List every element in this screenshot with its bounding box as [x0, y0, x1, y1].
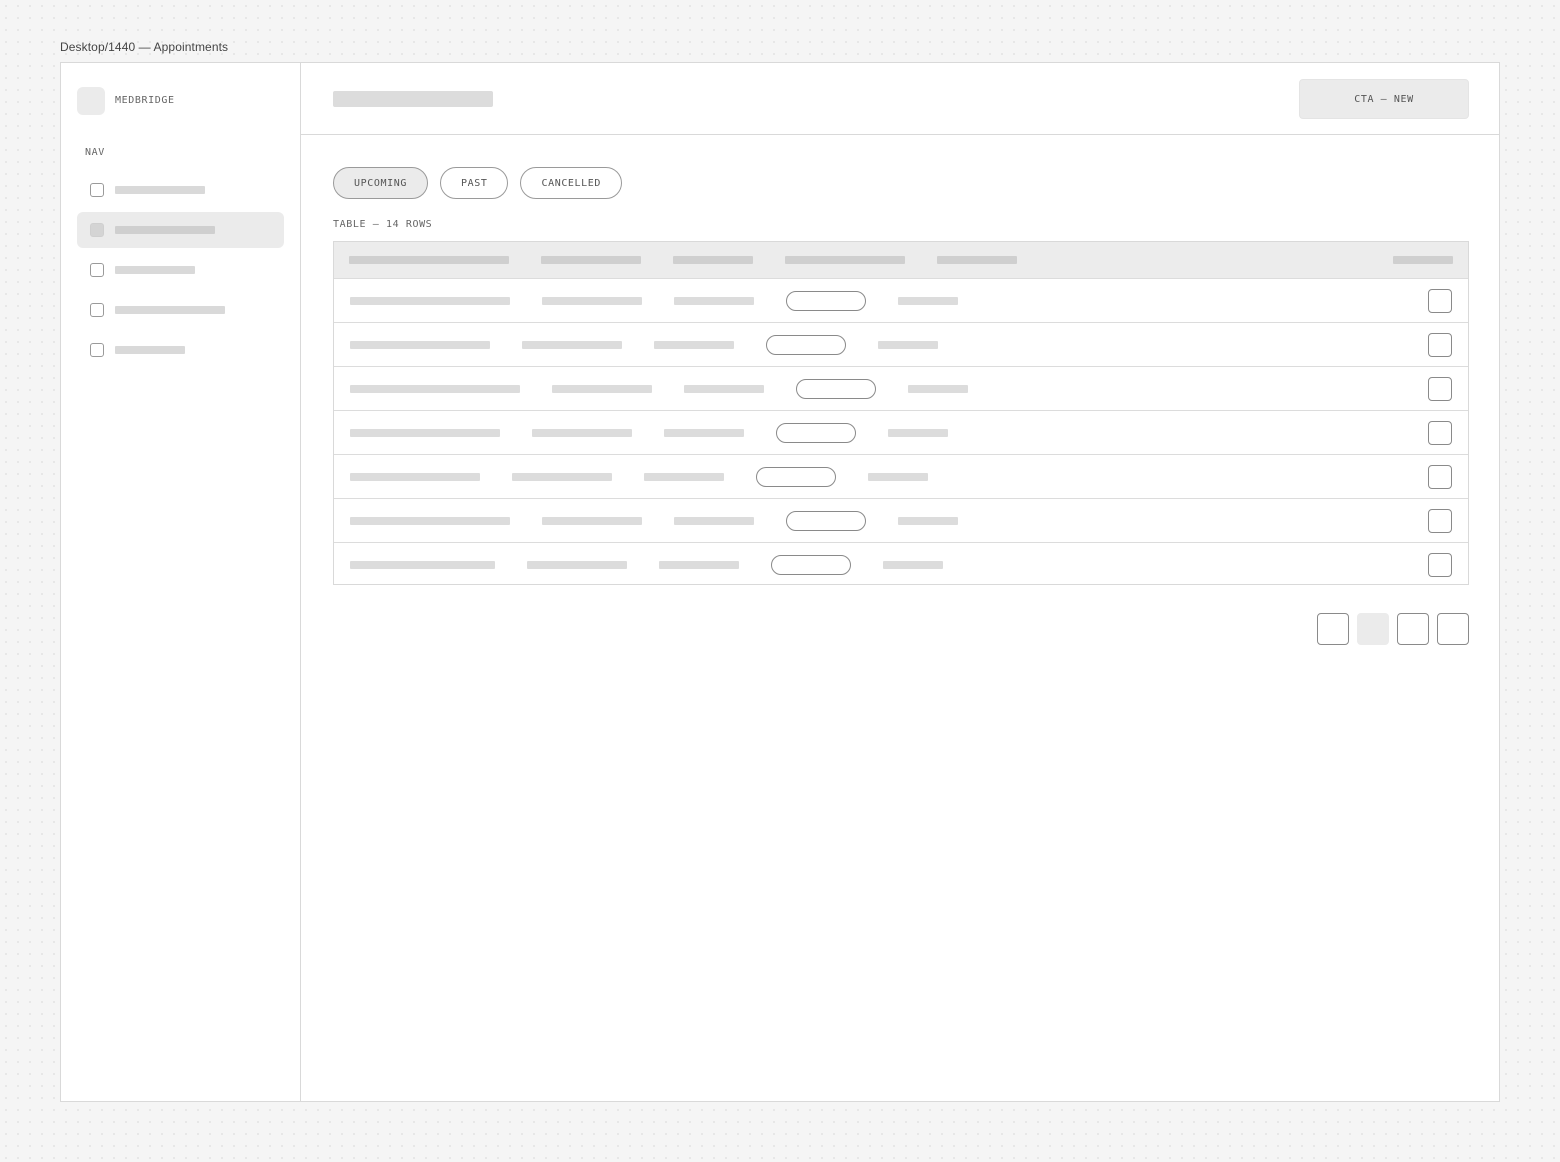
- cell-placeholder: [350, 385, 520, 393]
- square-placeholder-icon: [90, 183, 104, 197]
- tab-past[interactable]: PAST: [439, 167, 509, 199]
- cell-placeholder: [522, 341, 622, 349]
- cell-placeholder: [654, 341, 734, 349]
- row-action-checkbox[interactable]: [1428, 509, 1452, 533]
- sidebar-item-3[interactable]: [77, 252, 284, 288]
- tab-cancelled[interactable]: CANCELLED: [520, 167, 623, 199]
- page-prev-button[interactable]: [1317, 613, 1349, 645]
- pagination: [1317, 613, 1469, 645]
- column-header-placeholder: [349, 256, 509, 264]
- main-content: CTA — NEW UPCOMING PAST CANCELLED TABLE …: [301, 63, 1499, 1101]
- column-header-placeholder: [541, 256, 641, 264]
- sidebar-item-label-placeholder: [115, 226, 215, 234]
- row-action-checkbox[interactable]: [1428, 421, 1452, 445]
- square-placeholder-icon: [90, 263, 104, 277]
- sidebar-item-5[interactable]: [77, 332, 284, 368]
- sidebar-item-label-placeholder: [115, 346, 185, 354]
- cta-new-button[interactable]: CTA — NEW: [1299, 79, 1469, 119]
- table-caption: TABLE — 14 ROWS: [333, 219, 433, 230]
- column-header-placeholder: [1393, 256, 1453, 264]
- row-action-checkbox[interactable]: [1428, 289, 1452, 313]
- cell-placeholder: [898, 517, 958, 525]
- cell-placeholder: [659, 561, 739, 569]
- table-row[interactable]: [334, 454, 1468, 498]
- row-action-checkbox[interactable]: [1428, 333, 1452, 357]
- cell-placeholder: [888, 429, 948, 437]
- status-pill: [771, 555, 851, 575]
- square-placeholder-icon: [90, 223, 104, 237]
- table-row[interactable]: [334, 542, 1468, 586]
- cell-placeholder: [350, 429, 500, 437]
- cell-placeholder: [350, 341, 490, 349]
- app-frame: MEDBRIDGE NAV CTA — NEW UPCOMING PAST CA…: [60, 62, 1500, 1102]
- sidebar-item-label-placeholder: [115, 266, 195, 274]
- tab-group: UPCOMING PAST CANCELLED: [333, 167, 623, 199]
- page-button-current[interactable]: [1357, 613, 1389, 645]
- sidebar-item-1[interactable]: [77, 172, 284, 208]
- nav-heading: NAV: [85, 147, 105, 158]
- cell-placeholder: [532, 429, 632, 437]
- cell-placeholder: [644, 473, 724, 481]
- frame-label: Desktop/1440 — Appointments: [60, 40, 229, 54]
- cell-placeholder: [684, 385, 764, 393]
- table-row[interactable]: [334, 322, 1468, 366]
- cell-placeholder: [542, 297, 642, 305]
- cell-placeholder: [908, 385, 968, 393]
- cell-placeholder: [542, 517, 642, 525]
- top-bar: CTA — NEW: [301, 63, 1499, 135]
- cell-placeholder: [350, 473, 480, 481]
- row-action-checkbox[interactable]: [1428, 465, 1452, 489]
- row-action-checkbox[interactable]: [1428, 553, 1452, 577]
- cell-placeholder: [674, 297, 754, 305]
- status-pill: [786, 511, 866, 531]
- table-header: [334, 242, 1468, 278]
- column-header-placeholder: [937, 256, 1017, 264]
- sidebar-item-label-placeholder: [115, 186, 205, 194]
- cell-placeholder: [883, 561, 943, 569]
- cell-placeholder: [350, 561, 495, 569]
- status-pill: [766, 335, 846, 355]
- sidebar-item-4[interactable]: [77, 292, 284, 328]
- column-header-placeholder: [673, 256, 753, 264]
- table-row[interactable]: [334, 498, 1468, 542]
- sidebar: MEDBRIDGE NAV: [61, 63, 301, 1101]
- cell-placeholder: [878, 341, 938, 349]
- table-row[interactable]: [334, 278, 1468, 322]
- cell-placeholder: [350, 517, 510, 525]
- status-pill: [796, 379, 876, 399]
- logo-icon: [77, 87, 105, 115]
- row-action-checkbox[interactable]: [1428, 377, 1452, 401]
- sidebar-item-2[interactable]: [77, 212, 284, 248]
- cell-placeholder: [512, 473, 612, 481]
- sidebar-item-label-placeholder: [115, 306, 225, 314]
- square-placeholder-icon: [90, 343, 104, 357]
- cell-placeholder: [664, 429, 744, 437]
- status-pill: [776, 423, 856, 443]
- page-title-placeholder: [333, 91, 493, 107]
- cell-placeholder: [898, 297, 958, 305]
- page-next-button[interactable]: [1437, 613, 1469, 645]
- cell-placeholder: [527, 561, 627, 569]
- brand-name: MEDBRIDGE: [115, 95, 175, 106]
- cell-placeholder: [674, 517, 754, 525]
- table-row[interactable]: [334, 410, 1468, 454]
- square-placeholder-icon: [90, 303, 104, 317]
- column-header-placeholder: [785, 256, 905, 264]
- cell-placeholder: [350, 297, 510, 305]
- cell-placeholder: [868, 473, 928, 481]
- page-button[interactable]: [1397, 613, 1429, 645]
- status-pill: [786, 291, 866, 311]
- cell-placeholder: [552, 385, 652, 393]
- tab-upcoming[interactable]: UPCOMING: [333, 167, 428, 199]
- status-pill: [756, 467, 836, 487]
- appointments-table: [333, 241, 1469, 585]
- table-row[interactable]: [334, 366, 1468, 410]
